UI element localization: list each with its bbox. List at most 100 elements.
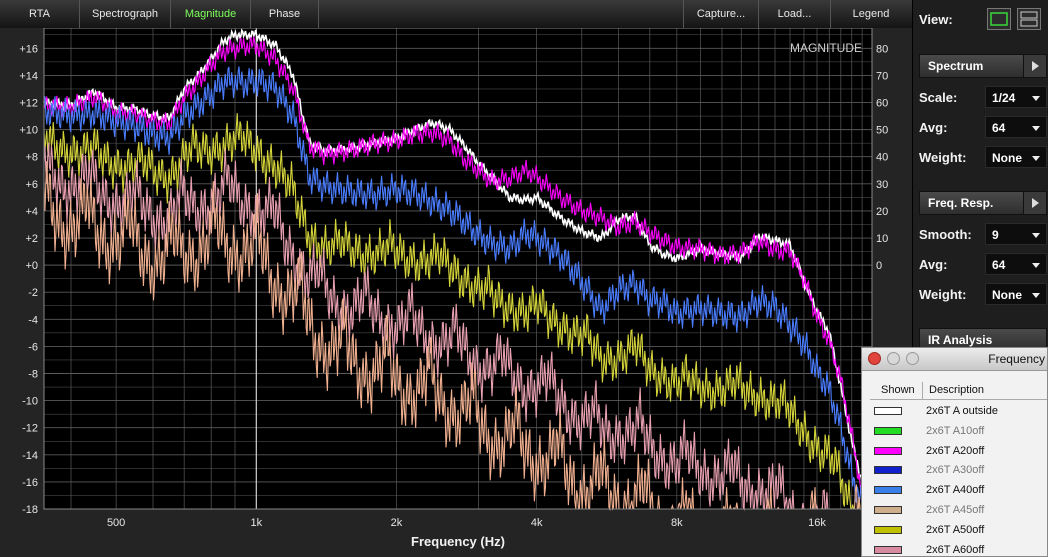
tab-spectrograph[interactable]: Spectrograph [80,0,171,28]
magnitude-plot-area: +16 +14 +12 +10 +8 +6 +4 +2 +0 -2 -4 -6 -8 -10 -12 -14 -… [0,28,912,557]
x-tick-label: 16k [808,517,826,529]
y-right-tick-label: 30 [876,179,888,191]
fr-avg-select[interactable]: 64 [985,253,1047,275]
legend-swatch[interactable] [874,525,902,534]
legend-row[interactable]: 2x6T A outside [862,402,1047,422]
smooth-value: 9 [992,228,999,242]
y-right-tick-label: 40 [876,152,888,164]
y-right-tick-label: 60 [876,98,888,110]
scale-value: 1/24 [992,91,1016,105]
minimize-icon[interactable] [887,352,900,365]
legend-swatch[interactable] [874,407,902,415]
legend-row[interactable]: 2x6T A30off [862,461,1047,481]
plot-mode-label: MAGNITUDE [790,41,862,55]
x-tick-label: 8k [671,517,683,529]
x-axis-label: Frequency (Hz) [411,534,505,549]
freq-resp-section-header[interactable]: Freq. Resp. [919,191,1047,215]
spectrum-avg-label: Avg: [919,120,948,135]
legend-row[interactable]: 2x6T A50off [862,521,1047,541]
legend-swatch[interactable] [874,446,902,455]
y-tick-label: -10 [22,396,38,408]
tab-magnitude[interactable]: Magnitude [171,0,251,28]
spectrum-avg-select[interactable]: 64 [985,116,1047,138]
legend-label: 2x6T A30off [926,464,985,477]
legend-swatch[interactable] [874,466,902,475]
fr-weight-value: None [992,288,1022,302]
legend-window: Frequency Shown Description 2x6T A outsi… [861,347,1048,557]
spectrum-avg-value: 64 [992,121,1006,135]
y-right-tick-label: 10 [876,233,888,245]
smooth-label: Smooth: [919,227,972,242]
spectrum-weight-label: Weight: [919,150,967,165]
y-tick-label: +4 [25,206,38,218]
single-view-button[interactable] [987,8,1011,30]
split-view-button[interactable] [1017,8,1041,30]
y-tick-label: -2 [28,287,38,299]
legend-row[interactable]: 2x6T A10off [862,422,1047,442]
y-tick-label: -14 [22,450,38,462]
split-view-icon [1020,11,1038,27]
y-tick-label: +8 [25,152,38,164]
legend-row[interactable]: 2x6T A60off [862,541,1047,556]
zoom-icon[interactable] [906,352,919,365]
smooth-select[interactable]: 9 [985,223,1047,245]
legend-window-title: Frequency [988,352,1045,366]
y-right-tick-label: 20 [876,206,888,218]
legend-label: 2x6T A40off [926,484,985,497]
legend-swatch[interactable] [874,486,902,495]
fr-avg-value: 64 [992,258,1006,272]
x-tick-label: 1k [250,517,262,529]
y-tick-label: +12 [19,98,38,110]
expand-arrow-icon[interactable] [1023,55,1046,77]
legend-swatch[interactable] [874,506,902,514]
legend-titlebar[interactable]: Frequency [862,348,1047,371]
expand-arrow-icon[interactable] [1023,192,1046,214]
y-tick-label: +16 [19,43,38,55]
magnitude-chart: +16 +14 +12 +10 +8 +6 +4 +2 +0 -2 -4 -6 -8 -10 -12 -14 -… [19,28,888,549]
x-tick-label: 500 [107,517,125,529]
y-tick-label: +14 [19,70,38,82]
scale-select[interactable]: 1/24 [985,86,1047,108]
legend-label: 2x6T A10off [926,424,985,437]
ir-analysis-title: IR Analysis [928,333,993,347]
y-tick-label: -6 [28,341,38,353]
legend-label: 2x6T A50off [926,523,985,536]
y-right-tick-label: 70 [876,70,888,82]
y-tick-label: +6 [25,179,38,191]
y-tick-label: +2 [25,233,38,245]
x-tick-label: 4k [531,517,543,529]
fr-weight-select[interactable]: None [985,283,1047,305]
column-description[interactable]: Description [929,384,984,396]
spectrum-weight-value: None [992,151,1022,165]
y-tick-label: +10 [19,125,38,137]
legend-swatch[interactable] [874,426,902,435]
tab-rta[interactable]: RTA [0,0,80,28]
legend-table-header: Shown Description [870,382,1047,400]
spectrum-weight-select[interactable]: None [985,146,1047,168]
load-button[interactable]: Load... [759,0,831,28]
scale-label: Scale: [919,90,958,105]
capture-button[interactable]: Capture... [683,0,759,28]
close-icon[interactable] [868,352,881,365]
legend-row[interactable]: 2x6T A45off [862,501,1047,521]
legend-button[interactable]: Legend [831,0,911,28]
legend-swatch[interactable] [874,545,902,554]
y-tick-label: -8 [28,369,38,381]
column-shown[interactable]: Shown [881,384,915,396]
legend-row[interactable]: 2x6T A40off [862,481,1047,501]
tab-phase[interactable]: Phase [251,0,319,28]
fr-weight-label: Weight: [919,287,967,302]
view-label: View: [919,12,953,27]
fr-avg-label: Avg: [919,257,948,272]
legend-label: 2x6T A60off [926,543,985,556]
y-right-tick-label: 50 [876,125,888,137]
spectrum-section-header[interactable]: Spectrum [919,54,1047,78]
freq-resp-title: Freq. Resp. [928,196,994,210]
legend-label: 2x6T A outside [926,405,998,417]
top-toolbar: RTA Spectrograph Magnitude Phase Capture… [0,0,912,29]
y-tick-label: -18 [22,504,38,516]
legend-row[interactable]: 2x6T A20off [862,442,1047,462]
legend-label: 2x6T A20off [926,444,985,457]
legend-label: 2x6T A45off [926,504,985,516]
spectrum-title: Spectrum [928,59,984,73]
